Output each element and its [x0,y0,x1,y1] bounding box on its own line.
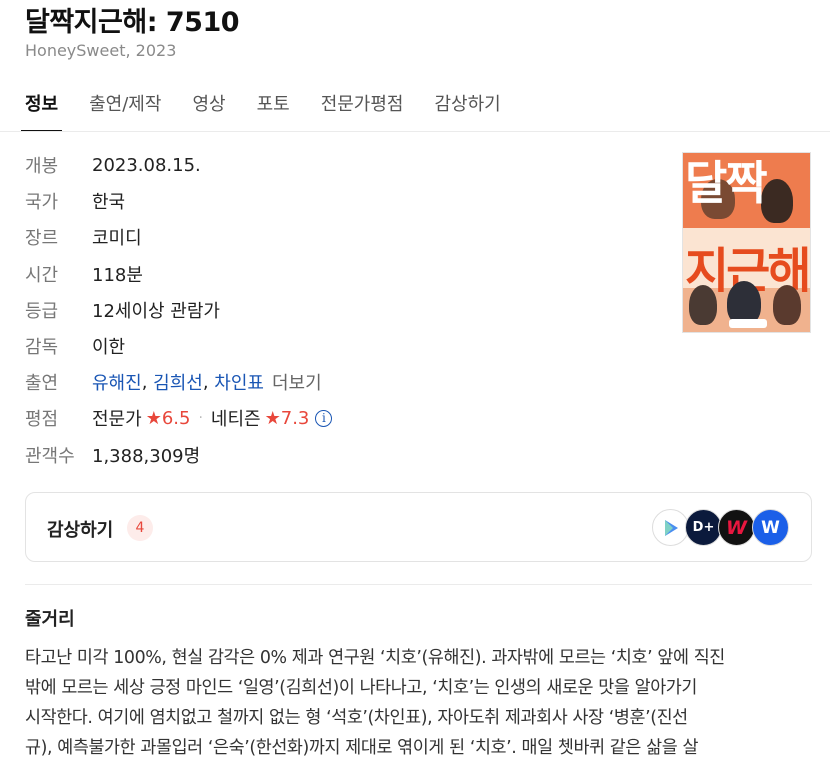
country-label: 국가 [25,192,59,213]
genre-value: 코미디 [92,228,142,249]
star-icon: ★ [264,407,281,429]
release-value: 2023.08.15. [92,154,201,176]
watch-title: 감상하기 [47,520,114,541]
score-label: 평점 [25,409,59,430]
section-divider [25,584,812,585]
info-icon[interactable]: i [315,409,333,427]
watch-count-badge: 4 [127,515,153,541]
play-triangle-icon [664,519,678,536]
watcha-icon[interactable]: W [718,509,755,546]
netizen-score-value: 7.3 [280,407,310,429]
score-row: 평점 전문가 ★ 6.5 · 네티즌 ★ 7.3 i [25,403,333,433]
netizen-score-label: 네티즌 [210,409,261,430]
runtime-row: 시간 118분 [25,259,143,289]
cast-link-1[interactable]: 유해진 [92,369,142,395]
rating-value: 12세이상 관람가 [92,301,220,322]
synopsis-line: 시작한다. 여기에 염치없고 철까지 없는 형 ‘석호’(차인표), 자아도취 … [25,708,688,728]
audience-value: 1,388,309명 [92,446,201,467]
tab-cast-crew[interactable]: 출연/제작 [89,88,161,132]
release-label: 개봉 [25,156,59,177]
rating-label: 등급 [25,301,59,322]
page-subtitle: HoneySweet, 2023 [25,41,177,60]
synopsis-line: 규), 예측불가한 과몰입러 ‘은숙’(한선화)까지 제대로 엮이게 된 ‘치호… [25,738,699,758]
synopsis-text: 타고난 미각 100%, 현실 감각은 0% 제과 연구원 ‘치호’(유해진).… [25,643,815,761]
release-row: 개봉 2023.08.15. [25,150,201,180]
cast-separator: , [202,371,215,393]
runtime-label: 시간 [25,265,59,286]
tab-videos[interactable]: 영상 [192,88,225,132]
runtime-value: 118분 [92,265,143,286]
watch-card[interactable]: 감상하기 4 D+ W W [25,492,812,562]
tab-bar: 정보 출연/제작 영상 포토 전문가평점 감상하기 [21,88,532,132]
audience-label: 관객수 [25,446,75,467]
cast-row: 출연 유해진, 김희선, 차인표 더보기 [25,367,322,397]
audience-row: 관객수 1,388,309명 [25,440,200,470]
play-store-icon[interactable] [652,509,689,546]
synopsis-title: 줄거리 [25,609,75,630]
synopsis-line: 밖에 모르는 세상 긍정 마인드 ‘일영’(김희선)이 나타나고, ‘치호’는 … [25,678,697,698]
director-row: 감독 이한 [25,331,125,361]
movie-poster[interactable]: 달짝 지근해 [682,152,811,333]
tab-watch[interactable]: 감상하기 [435,88,501,132]
country-row: 국가 한국 [25,186,125,216]
director-link[interactable]: 이한 [92,333,125,359]
cast-link-2[interactable]: 김희선 [153,369,203,395]
cast-separator: , [141,371,154,393]
expert-score-label: 전문가 [92,409,142,430]
cast-link-3[interactable]: 차인표 [214,369,264,395]
poster-person-icon [773,285,801,325]
rating-row: 등급 12세이상 관람가 [25,295,220,325]
tab-expert-reviews[interactable]: 전문가평점 [321,88,404,132]
tab-photos[interactable]: 포토 [257,88,290,132]
wavve-icon[interactable]: W [752,509,789,546]
disney-plus-icon[interactable]: D+ [685,509,722,546]
genre-row: 장르 코미디 [25,222,142,252]
director-label: 감독 [25,337,59,358]
cast-more-link[interactable]: 더보기 [272,369,322,395]
page-title: 달짝지근해: 7510 [25,7,240,38]
genre-label: 장르 [25,228,59,249]
expert-score-value: 6.5 [161,407,191,429]
star-icon: ★ [145,407,162,429]
cast-label: 출연 [25,373,59,394]
synopsis-line: 타고난 미각 100%, 현실 감각은 0% 제과 연구원 ‘치호’(유해진).… [25,648,725,668]
poster-person-icon [689,285,717,325]
tab-info[interactable]: 정보 [21,88,63,132]
separator-dot: · [198,410,203,426]
poster-badge [729,319,767,328]
country-value: 한국 [92,192,126,213]
tabs-divider [0,131,830,132]
poster-title-top: 달짝 [685,156,768,210]
